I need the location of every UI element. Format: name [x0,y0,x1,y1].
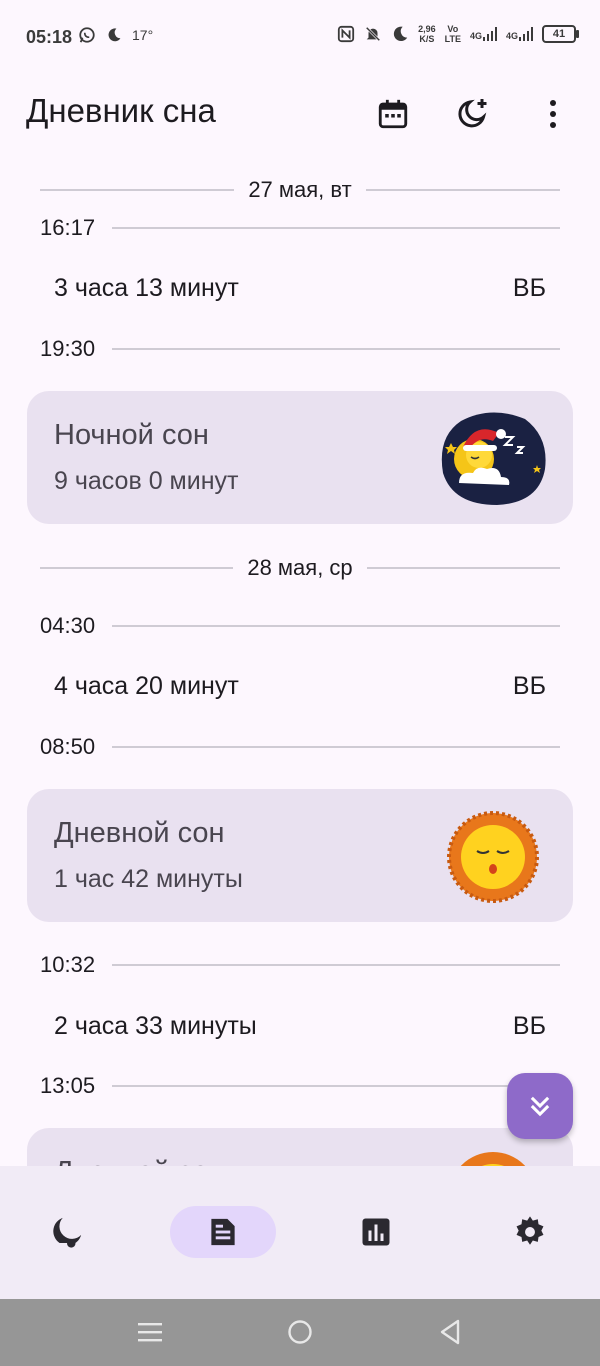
nav-sleep[interactable] [14,1206,120,1258]
time-marker: 19:30 [40,334,560,364]
volte-indicator: Vo LTE [444,24,461,44]
home-button[interactable] [283,1317,317,1347]
status-bar: 05:18 17° 2,96 K/S Vo LTE 4G 4G 41 [0,0,600,76]
page-title: Дневник сна [26,92,216,129]
day-sleep-sun-icon [460,1152,526,1166]
sleep-card-day[interactable]: Дневной сон [27,1128,573,1166]
recents-button[interactable] [133,1317,167,1347]
awake-period-row[interactable]: 4 часа 20 минут ВБ [54,672,546,701]
journal-icon [211,1218,235,1246]
moon-icon [108,28,121,42]
awake-period-row[interactable]: 2 часа 33 минуты ВБ [54,1012,546,1041]
status-temperature: 17° [132,27,154,43]
awake-period-row[interactable]: 3 часа 13 минут ВБ [54,274,546,303]
back-button[interactable] [433,1317,467,1347]
double-chevron-down-icon [530,1096,550,1117]
menu-icon [138,1323,162,1342]
awake-tag: ВБ [512,274,546,302]
status-right-icons: 2,96 K/S Vo LTE 4G 4G 41 [337,24,579,44]
back-triangle-icon [440,1319,460,1345]
moon-icon [393,26,408,42]
time-marker: 08:50 [40,732,560,762]
awake-duration: 2 часа 33 минуты [54,1012,257,1040]
settings-icon [516,1216,544,1245]
nav-statistics[interactable] [323,1206,429,1258]
status-left-icons: 17° [78,26,153,44]
nav-settings[interactable] [477,1206,583,1258]
sleep-card-day[interactable]: Дневной сон 1 час 42 минуты [27,789,573,922]
home-circle-icon [288,1320,312,1344]
status-time: 05:18 [26,27,73,47]
stats-icon [362,1218,390,1246]
time-marker: 04:30 [40,611,560,641]
signal-4g-2: 4G [506,27,533,41]
bell-muted-icon [365,26,381,42]
add-sleep-button[interactable] [451,92,495,136]
awake-duration: 4 часа 20 минут [54,672,239,700]
sleep-card-night[interactable]: Ночной сон 9 часов 0 минут [27,391,573,524]
calendar-button[interactable] [371,92,415,136]
system-navigation-bar [0,1299,600,1366]
nav-journal[interactable] [170,1206,276,1258]
awake-tag: ВБ [512,1012,546,1040]
more-options-button[interactable] [531,92,575,136]
scroll-down-fab[interactable] [507,1073,573,1139]
awake-duration: 3 часа 13 минут [54,274,239,302]
sleep-card-title: Ночной сон [54,419,209,451]
date-separator: 28 мая, ср [40,553,561,583]
time-marker: 10:32 [40,950,560,980]
signal-icon [519,27,533,41]
time-marker: 16:17 [40,213,560,243]
nfc-icon [337,25,355,43]
night-sleep-moon-icon [441,412,546,505]
moon-plus-icon [458,99,487,128]
sleep-card-title: Дневной сон [54,817,225,849]
sleep-log-list[interactable]: 27 мая, вт 16:17 3 часа 13 минут ВБ 19:3… [0,160,600,1166]
day-sleep-sun-icon [447,811,539,903]
awake-tag: ВБ [512,672,546,700]
time-marker: 13:05 [40,1071,560,1101]
sleep-card-duration: 9 часов 0 минут [54,467,239,495]
calendar-icon [378,99,408,129]
battery-icon: 41 [542,25,579,43]
signal-4g-1: 4G [470,27,497,41]
date-separator: 27 мая, вт [40,175,560,205]
bottom-navigation [0,1166,600,1299]
whatsapp-icon [79,27,95,43]
net-speed: 2,96 K/S [418,24,436,44]
more-vert-icon [550,100,556,128]
sleep-card-duration: 1 час 42 минуты [54,865,243,893]
signal-icon [482,27,497,41]
sleep-moon-icon [53,1217,82,1248]
sleep-card-title: Дневной сон [54,1156,225,1166]
